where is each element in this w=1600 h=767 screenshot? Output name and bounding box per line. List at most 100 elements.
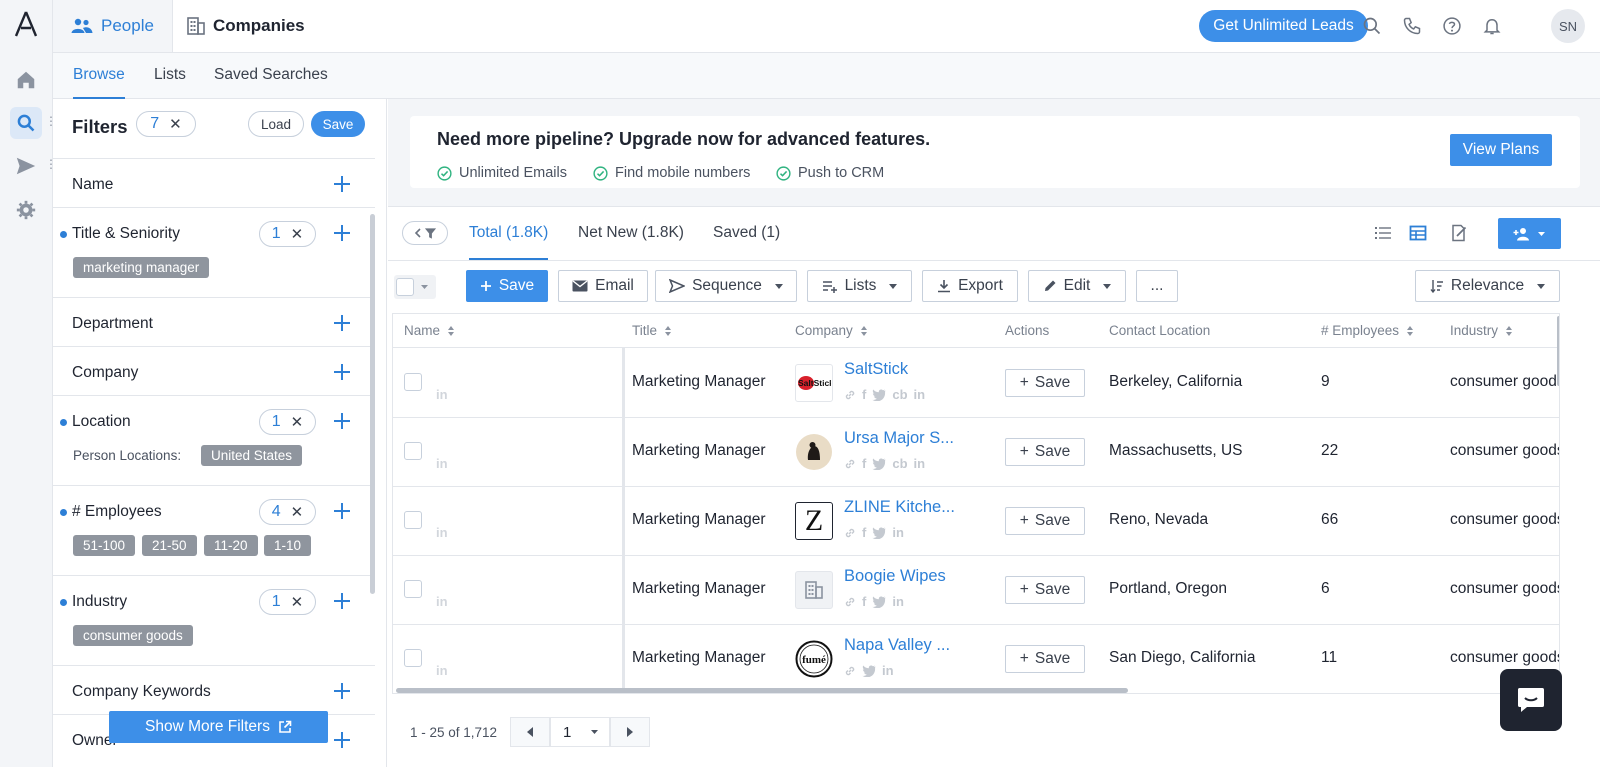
table-row[interactable]: in Marketing Manager fumé Napa Valley ..…: [393, 625, 1559, 693]
show-more-filters-button[interactable]: Show More Filters: [109, 711, 328, 743]
row-save-button[interactable]: + Save: [1005, 369, 1085, 397]
add-contact-button[interactable]: [1498, 218, 1561, 249]
plus-icon[interactable]: [333, 682, 351, 700]
filter-toggle-button[interactable]: [402, 221, 448, 245]
link-icon[interactable]: [844, 458, 856, 470]
linkedin-icon[interactable]: in: [882, 663, 894, 678]
saltstick-logo[interactable]: SaltStick: [795, 364, 833, 402]
filter-department[interactable]: Department: [53, 297, 375, 346]
filter-chip[interactable]: 11-20: [204, 535, 258, 556]
save-button[interactable]: Save: [466, 270, 548, 302]
filter-chip[interactable]: 51-100: [73, 535, 136, 556]
checkbox[interactable]: [396, 278, 414, 296]
search-nav-icon[interactable]: [10, 107, 42, 139]
twitter-icon[interactable]: [862, 665, 876, 677]
napa-valley-logo[interactable]: fumé: [795, 640, 833, 678]
select-all-checkbox[interactable]: [394, 275, 436, 299]
clear-icon[interactable]: ✕: [291, 225, 304, 243]
row-checkbox[interactable]: [404, 442, 422, 460]
apollo-logo-icon[interactable]: [13, 10, 39, 38]
column-contact-location[interactable]: Contact Location: [1109, 314, 1210, 348]
column-employees[interactable]: # Employees: [1321, 314, 1414, 348]
ursa-major-logo[interactable]: [795, 433, 833, 471]
home-icon[interactable]: [10, 64, 42, 96]
table-horizontal-scrollbar[interactable]: [396, 688, 1128, 693]
filter-title-seniority[interactable]: Title & Seniority 1 ✕ marketing manager: [53, 207, 375, 297]
filter-name[interactable]: Name: [53, 158, 375, 207]
link-icon[interactable]: [844, 596, 856, 608]
tab-saved-searches[interactable]: Saved Searches: [214, 53, 328, 99]
linkedin-icon[interactable]: in: [914, 387, 926, 402]
edit-button[interactable]: Edit: [1028, 270, 1126, 302]
chat-widget-button[interactable]: [1500, 669, 1562, 731]
column-title[interactable]: Title: [632, 314, 672, 348]
company-link[interactable]: Ursa Major S...: [844, 429, 954, 448]
view-plans-button[interactable]: View Plans: [1450, 134, 1552, 166]
crunchbase-icon[interactable]: cb: [892, 387, 907, 402]
row-checkbox[interactable]: [404, 511, 422, 529]
plus-icon[interactable]: [333, 224, 351, 242]
tab-net-new[interactable]: Net New (1.8K): [578, 207, 684, 260]
load-filters-button[interactable]: Load: [248, 111, 304, 137]
table-row[interactable]: in Marketing Manager SaltStick SaltStick…: [393, 349, 1559, 418]
sort-relevance-button[interactable]: Relevance: [1415, 270, 1560, 302]
row-save-button[interactable]: + Save: [1005, 507, 1085, 535]
filter-count-pill[interactable]: 4 ✕: [259, 499, 316, 525]
twitter-icon[interactable]: [872, 527, 886, 539]
more-actions-button[interactable]: ...: [1136, 270, 1178, 302]
filter-count-pill[interactable]: 1 ✕: [259, 589, 316, 615]
get-unlimited-leads-button[interactable]: Get Unlimited Leads: [1199, 10, 1368, 42]
building-icon[interactable]: [795, 571, 833, 609]
list-view-icon[interactable]: [1374, 224, 1394, 244]
plus-icon[interactable]: [333, 412, 351, 430]
filter-industry[interactable]: Industry 1 ✕ consumer goods: [53, 575, 375, 665]
linkedin-icon[interactable]: in: [914, 456, 926, 471]
column-company[interactable]: Company: [795, 314, 867, 348]
table-view-icon[interactable]: [1409, 224, 1429, 244]
company-link[interactable]: ZLINE Kitche...: [844, 498, 955, 517]
filters-count-pill[interactable]: 7 ✕: [136, 111, 196, 137]
plus-icon[interactable]: [333, 314, 351, 332]
filter-chip[interactable]: consumer goods: [73, 625, 193, 646]
filter-location[interactable]: Location 1 ✕ Person Locations: United Sta…: [53, 395, 375, 485]
phone-icon[interactable]: [1400, 14, 1424, 38]
facebook-icon[interactable]: f: [862, 387, 866, 402]
clear-icon[interactable]: ✕: [291, 593, 304, 611]
table-vertical-scrollbar[interactable]: [1557, 316, 1559, 386]
bell-icon[interactable]: [1480, 14, 1504, 38]
clear-filters-icon[interactable]: ✕: [169, 115, 182, 133]
filter-count-pill[interactable]: 1 ✕: [259, 221, 316, 247]
filter-count-pill[interactable]: 1 ✕: [259, 409, 316, 435]
row-save-button[interactable]: + Save: [1005, 645, 1085, 673]
linkedin-icon[interactable]: in: [892, 525, 904, 540]
clear-icon[interactable]: ✕: [291, 503, 304, 521]
twitter-icon[interactable]: [872, 458, 886, 470]
clear-icon[interactable]: ✕: [291, 413, 304, 431]
company-link[interactable]: SaltStick: [844, 360, 908, 379]
plus-icon[interactable]: [333, 175, 351, 193]
row-save-button[interactable]: + Save: [1005, 576, 1085, 604]
table-row[interactable]: in Marketing Manager Boogie Wipes f in +…: [393, 556, 1559, 625]
send-icon[interactable]: [10, 150, 42, 182]
twitter-icon[interactable]: [872, 596, 886, 608]
column-industry[interactable]: Industry: [1450, 314, 1513, 348]
row-checkbox[interactable]: [404, 580, 422, 598]
help-icon[interactable]: [1440, 14, 1464, 38]
tab-browse[interactable]: Browse: [73, 53, 125, 99]
next-page-button[interactable]: [610, 717, 650, 747]
column-name[interactable]: Name: [404, 314, 455, 348]
filters-scrollbar[interactable]: [370, 214, 375, 594]
page-select[interactable]: 1: [550, 717, 610, 747]
lists-button[interactable]: Lists: [807, 270, 912, 302]
sequence-button[interactable]: Sequence: [655, 270, 797, 302]
filter-chip[interactable]: United States: [201, 445, 303, 466]
plus-icon[interactable]: [333, 363, 351, 381]
search-icon[interactable]: [1360, 14, 1384, 38]
company-link[interactable]: Napa Valley ...: [844, 636, 950, 655]
company-link[interactable]: Boogie Wipes: [844, 567, 946, 586]
plus-icon[interactable]: [333, 502, 351, 520]
plus-icon[interactable]: [333, 592, 351, 610]
prev-page-button[interactable]: [510, 717, 550, 747]
save-filters-button[interactable]: Save: [311, 111, 365, 137]
table-row[interactable]: in Marketing Manager Ursa Major S... f c…: [393, 418, 1559, 487]
